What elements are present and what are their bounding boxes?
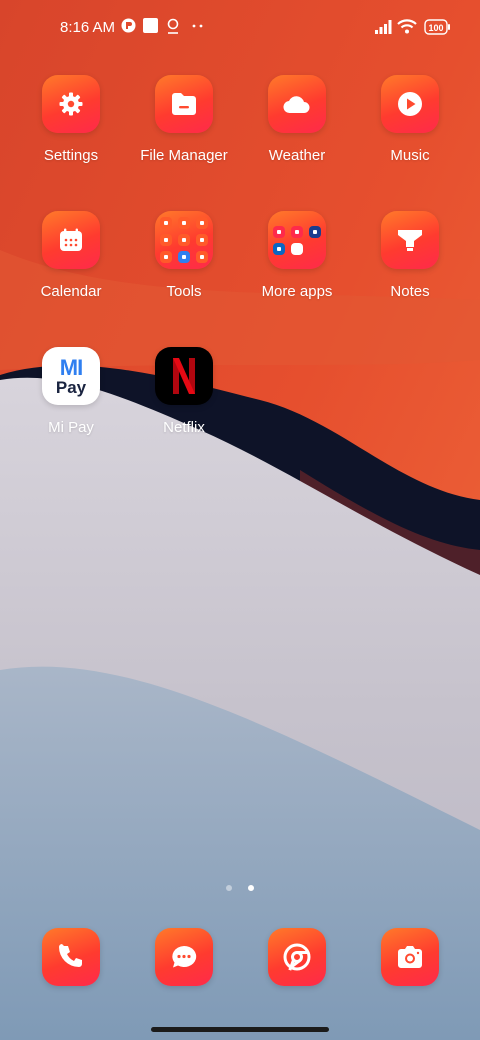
mini-app-icon bbox=[178, 217, 190, 229]
page-dot[interactable] bbox=[225, 885, 232, 891]
wifi-icon bbox=[397, 19, 417, 38]
more-dots-icon bbox=[191, 16, 205, 36]
app-label: Weather bbox=[268, 147, 326, 164]
page-dot-active[interactable] bbox=[248, 885, 255, 891]
gear-icon bbox=[42, 75, 100, 133]
mini-app-icon bbox=[178, 234, 190, 246]
mini-app-icon bbox=[196, 234, 208, 246]
mini-app-icon bbox=[196, 217, 208, 229]
location-icon bbox=[166, 18, 180, 38]
app-netflix[interactable]: Netflix bbox=[128, 347, 240, 436]
signal-icon bbox=[375, 20, 392, 38]
app-notification-icon bbox=[121, 18, 136, 37]
status-bar: 8:16 AM 100 bbox=[0, 0, 480, 56]
dock-messages[interactable] bbox=[128, 928, 240, 986]
app-label: Tools bbox=[166, 283, 202, 300]
status-time: 8:16 AM bbox=[60, 19, 116, 36]
mini-app-icon bbox=[178, 251, 190, 263]
app-label: Mi Pay bbox=[48, 419, 94, 436]
messages-icon bbox=[155, 928, 213, 986]
app-label: Notes bbox=[390, 283, 430, 300]
mipay-logo-mi: MI bbox=[59, 354, 83, 380]
battery-icon: 100 bbox=[424, 19, 450, 39]
calendar-icon bbox=[42, 211, 100, 269]
play-icon bbox=[381, 75, 439, 133]
cloud-icon bbox=[268, 75, 326, 133]
mini-app-icon bbox=[291, 242, 303, 255]
mini-app-icon bbox=[160, 251, 172, 263]
mipay-logo-pay: Pay bbox=[55, 377, 87, 397]
app-file-manager[interactable]: File Manager bbox=[128, 75, 240, 164]
linkedin-mini-icon bbox=[273, 242, 285, 255]
mini-app-icon bbox=[160, 234, 172, 246]
home-gesture-bar[interactable] bbox=[151, 1027, 329, 1032]
app-label: More apps bbox=[261, 283, 333, 300]
folder-tools[interactable]: Tools bbox=[128, 211, 240, 300]
chrome-icon bbox=[268, 928, 326, 986]
mini-app-icon bbox=[160, 217, 172, 229]
mini-app-icon bbox=[291, 225, 303, 238]
folder-more-apps[interactable]: More apps bbox=[241, 211, 353, 300]
app-label: File Manager bbox=[140, 147, 228, 164]
folder-icon bbox=[155, 75, 213, 133]
square-notification-icon bbox=[143, 18, 158, 37]
dock-chrome[interactable] bbox=[241, 928, 353, 986]
app-label: Netflix bbox=[163, 419, 205, 436]
app-music[interactable]: Music bbox=[354, 75, 466, 164]
mini-app-icon bbox=[309, 225, 321, 238]
app-label: Calendar bbox=[40, 283, 102, 300]
dock-camera[interactable] bbox=[354, 928, 466, 986]
mini-app-icon bbox=[273, 225, 285, 238]
app-label: Settings bbox=[43, 147, 99, 164]
app-label: Music bbox=[390, 147, 430, 164]
notes-icon bbox=[381, 211, 439, 269]
app-mi-pay[interactable]: MI Pay Mi Pay bbox=[15, 347, 127, 436]
tools-folder-icon bbox=[155, 211, 213, 269]
mipay-icon: MI Pay bbox=[42, 347, 100, 405]
dock-phone[interactable] bbox=[15, 928, 127, 986]
phone-icon bbox=[42, 928, 100, 986]
more-apps-folder-icon bbox=[268, 211, 326, 269]
battery-level: 100 bbox=[428, 23, 443, 33]
app-settings[interactable]: Settings bbox=[15, 75, 127, 164]
page-indicator[interactable] bbox=[0, 878, 480, 896]
mini-app-icon bbox=[196, 251, 208, 263]
app-weather[interactable]: Weather bbox=[241, 75, 353, 164]
app-calendar[interactable]: Calendar bbox=[15, 211, 127, 300]
netflix-icon bbox=[155, 347, 213, 405]
app-notes[interactable]: Notes bbox=[354, 211, 466, 300]
camera-icon bbox=[381, 928, 439, 986]
